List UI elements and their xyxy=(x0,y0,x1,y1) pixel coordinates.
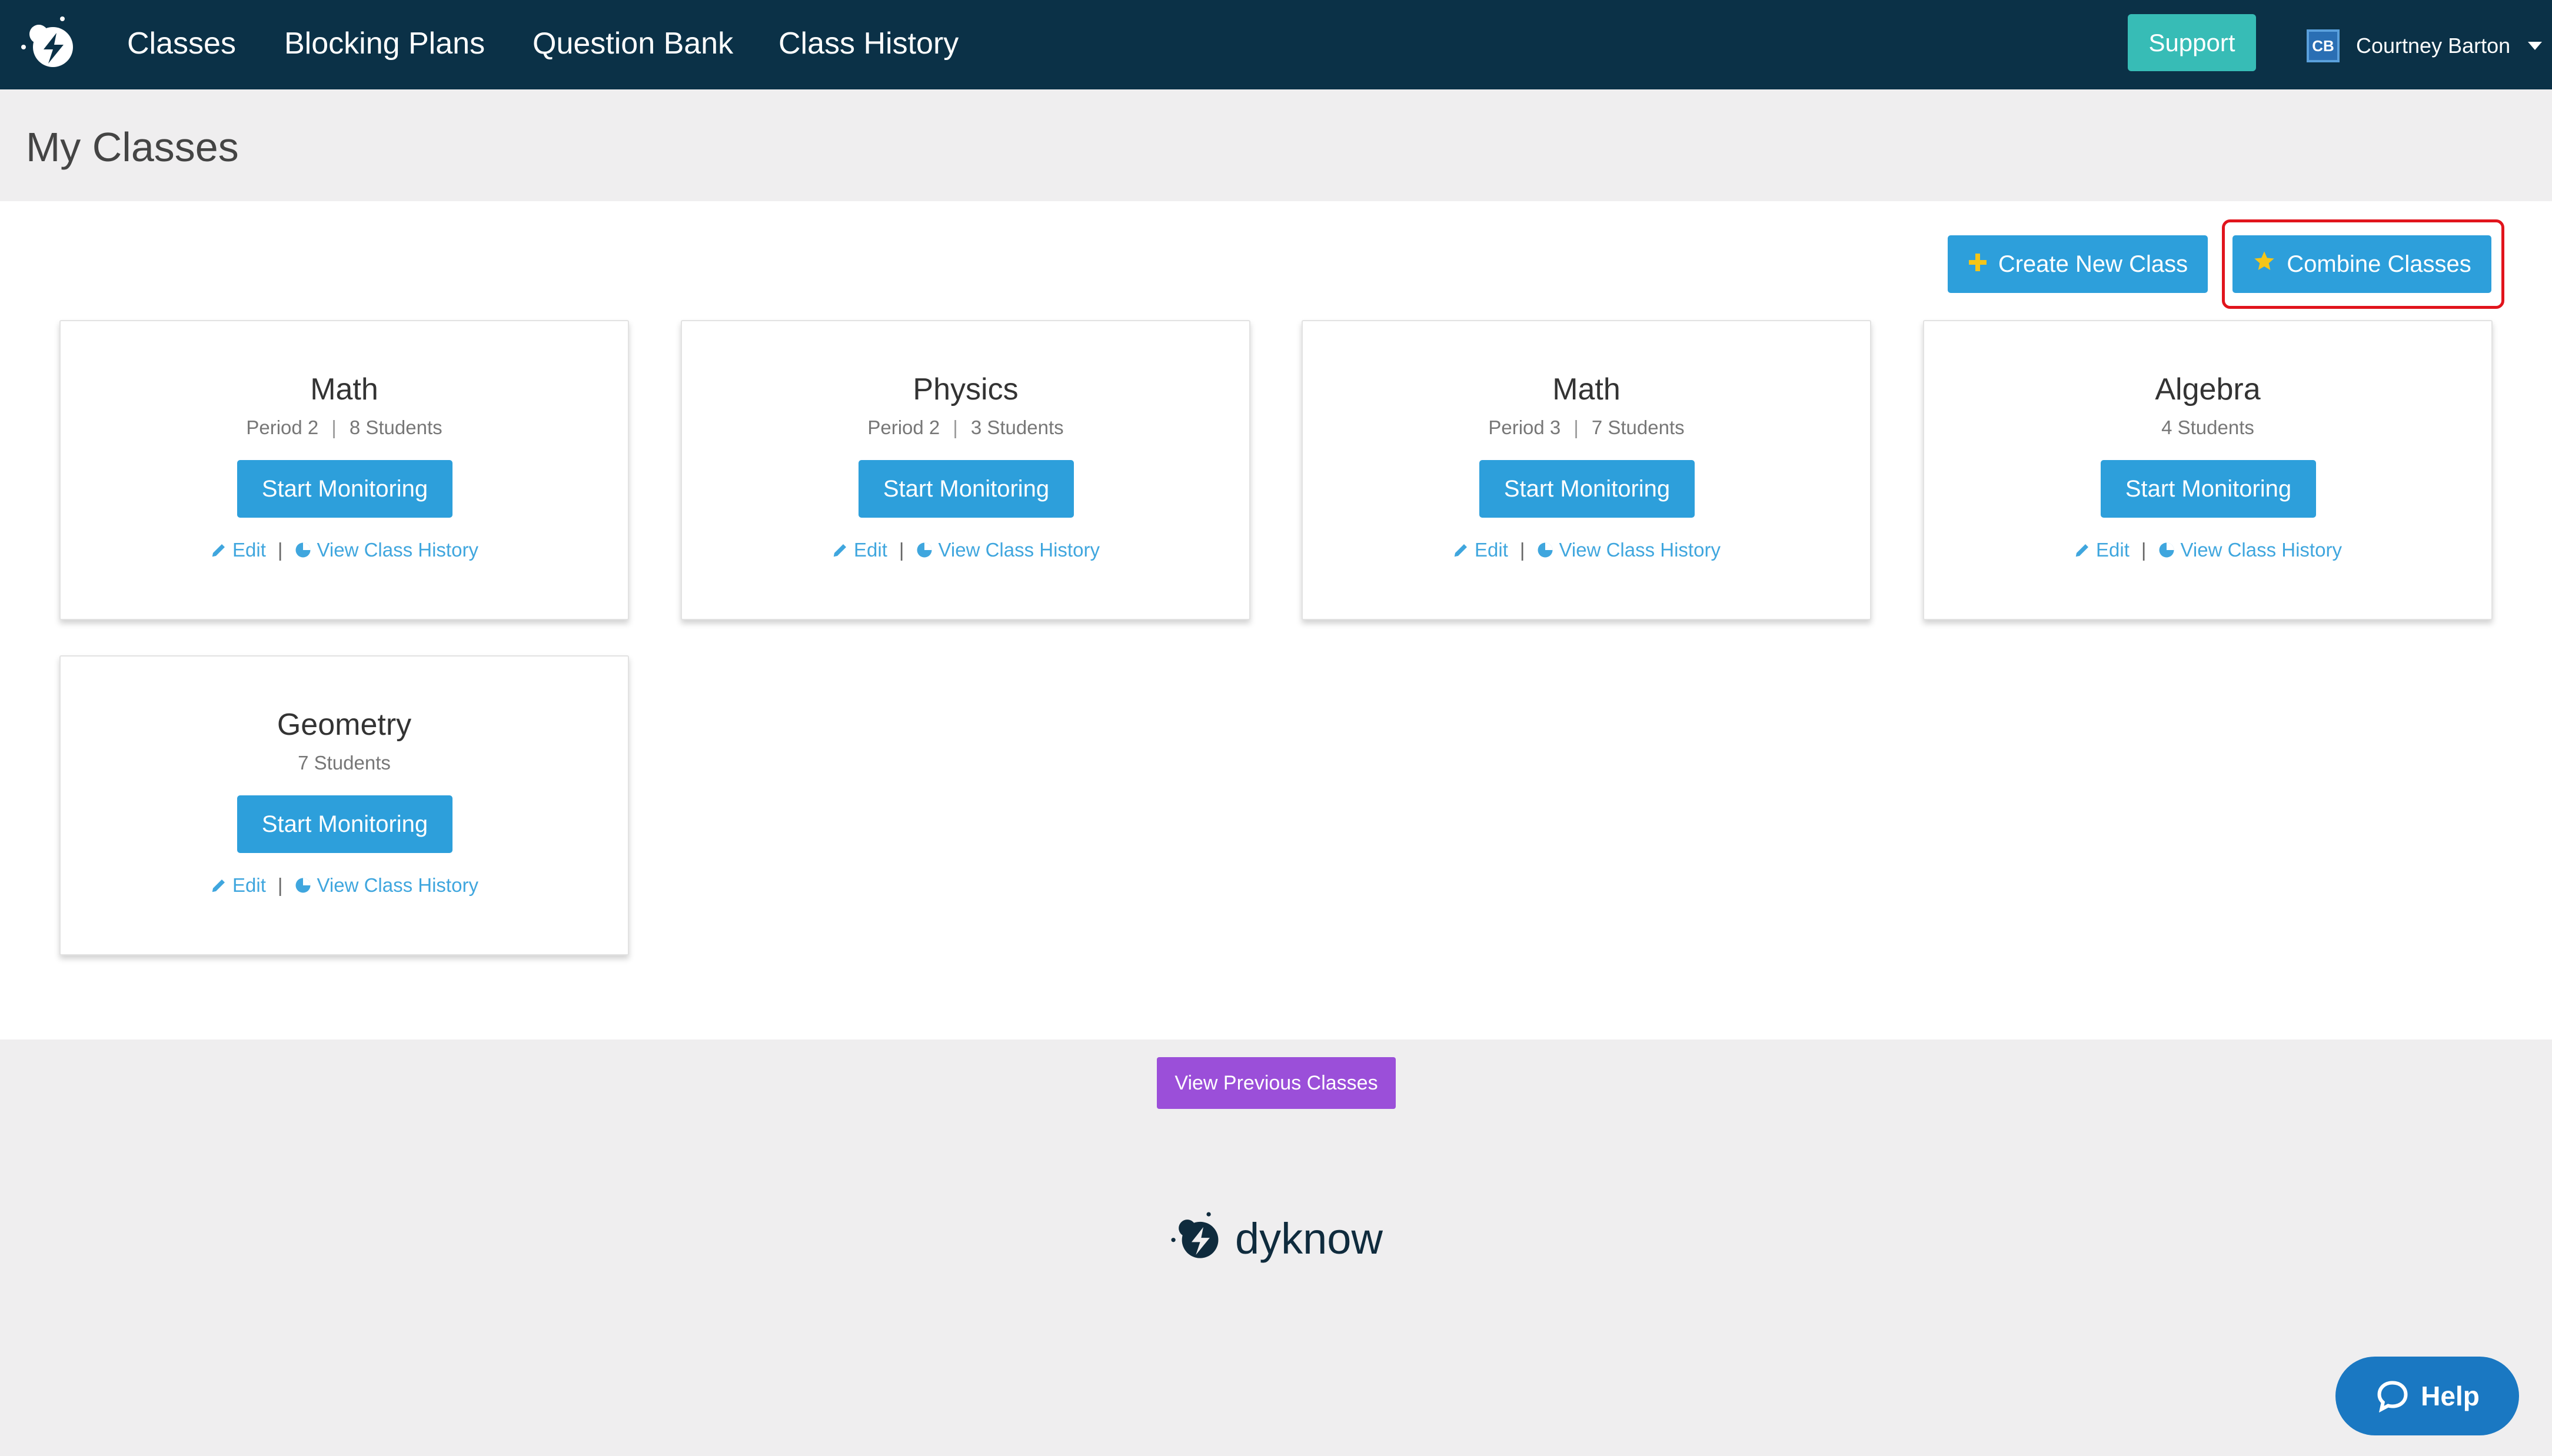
brand-name: dyknow xyxy=(1235,1214,1383,1263)
pie-chart-icon xyxy=(2159,542,2174,558)
class-meta: Period 3 | 7 Students xyxy=(1303,417,1870,439)
pie-chart-icon xyxy=(917,542,932,558)
class-card: Algebra 4 Students Start Monitoring Edit… xyxy=(1923,320,2493,620)
nav-classes[interactable]: Classes xyxy=(127,26,236,61)
view-class-history-label: View Class History xyxy=(317,539,478,561)
class-name: Geometry xyxy=(277,708,412,742)
link-divider: | xyxy=(277,874,283,896)
pencil-icon xyxy=(212,879,225,892)
view-class-history-link[interactable]: View Class History xyxy=(2158,539,2342,561)
star-icon xyxy=(2252,249,2276,279)
link-divider: | xyxy=(899,539,904,561)
dyknow-logo-icon xyxy=(1171,1212,1219,1258)
card-links: Edit | View Class History xyxy=(682,539,1249,561)
class-meta: Period 2 | 8 Students xyxy=(61,417,628,439)
link-divider: | xyxy=(2141,539,2147,561)
class-card: Physics Period 2 | 3 Students Start Monito… xyxy=(681,320,1250,620)
top-nav: Classes Blocking Plans Question Bank Cla… xyxy=(0,0,2552,89)
view-class-history-link[interactable]: View Class History xyxy=(294,874,478,896)
create-new-class-button[interactable]: Create New Class xyxy=(1948,235,2208,293)
class-students: 4 Students xyxy=(2161,417,2254,438)
class-period: Period 3 xyxy=(1488,417,1561,438)
class-name: Math xyxy=(1552,372,1621,407)
view-class-history-label: View Class History xyxy=(317,874,478,896)
pencil-icon xyxy=(1454,544,1468,557)
card-links: Edit | View Class History xyxy=(1924,539,2491,561)
chevron-down-icon xyxy=(2528,42,2543,50)
user-menu[interactable]: CB Courtney Barton xyxy=(2307,28,2543,64)
meta-divider: | xyxy=(1573,417,1579,438)
class-name: Math xyxy=(310,372,378,407)
class-card: Geometry 7 Students Start Monitoring Edi… xyxy=(59,655,629,955)
avatar: CB xyxy=(2307,29,2340,62)
class-name: Algebra xyxy=(2155,372,2261,407)
edit-link[interactable]: Edit xyxy=(210,539,266,561)
create-new-class-label: Create New Class xyxy=(1998,251,2188,277)
edit-label: Edit xyxy=(2096,539,2130,561)
class-name: Physics xyxy=(913,372,1019,407)
edit-label: Edit xyxy=(854,539,887,561)
view-class-history-label: View Class History xyxy=(938,539,1100,561)
start-monitoring-button[interactable]: Start Monitoring xyxy=(1479,460,1695,518)
class-card: Math Period 3 | 7 Students Start Monitorin… xyxy=(1302,320,1871,620)
class-meta: 4 Students xyxy=(1924,417,2491,439)
class-period: Period 2 xyxy=(867,417,940,438)
meta-divider: | xyxy=(331,417,337,438)
start-monitoring-button[interactable]: Start Monitoring xyxy=(237,795,452,853)
pie-chart-icon xyxy=(295,878,311,893)
card-links: Edit | View Class History xyxy=(61,874,628,897)
pie-chart-icon xyxy=(1538,542,1553,558)
view-class-history-link[interactable]: View Class History xyxy=(916,539,1100,561)
nav-class-history[interactable]: Class History xyxy=(778,26,959,61)
combine-classes-label: Combine Classes xyxy=(2287,251,2471,277)
link-divider: | xyxy=(277,539,283,561)
support-button[interactable]: Support xyxy=(2128,14,2256,71)
help-button[interactable]: Help xyxy=(2335,1357,2519,1435)
user-name: Courtney Barton xyxy=(2356,34,2511,58)
start-monitoring-button[interactable]: Start Monitoring xyxy=(237,460,452,518)
footer-logo: dyknow xyxy=(1168,1209,1383,1268)
edit-link[interactable]: Edit xyxy=(831,539,887,561)
class-students: 7 Students xyxy=(298,752,391,774)
edit-link[interactable]: Edit xyxy=(2074,539,2130,561)
class-students: 7 Students xyxy=(1591,417,1685,438)
nav-question-bank[interactable]: Question Bank xyxy=(533,26,733,61)
class-students: 3 Students xyxy=(970,417,1064,438)
pie-chart-icon xyxy=(295,542,311,558)
view-previous-classes-button[interactable]: View Previous Classes xyxy=(1157,1057,1396,1109)
edit-label: Edit xyxy=(232,539,266,561)
edit-link[interactable]: Edit xyxy=(210,874,266,896)
class-period: Period 2 xyxy=(246,417,319,438)
dyknow-logo-icon[interactable] xyxy=(18,13,82,78)
pencil-icon xyxy=(2075,544,2089,557)
card-links: Edit | View Class History xyxy=(61,539,628,561)
start-monitoring-button[interactable]: Start Monitoring xyxy=(2101,460,2316,518)
pencil-icon xyxy=(212,544,225,557)
edit-label: Edit xyxy=(1475,539,1508,561)
edit-label: Edit xyxy=(232,874,266,896)
class-meta: 7 Students xyxy=(61,752,628,774)
view-class-history-link[interactable]: View Class History xyxy=(294,539,478,561)
meta-divider: | xyxy=(953,417,958,438)
view-class-history-label: View Class History xyxy=(2180,539,2342,561)
title-band: My Classes xyxy=(0,89,2552,201)
pencil-icon xyxy=(833,544,847,557)
page-title: My Classes xyxy=(26,124,239,170)
link-divider: | xyxy=(1519,539,1525,561)
class-meta: Period 2 | 3 Students xyxy=(682,417,1249,439)
start-monitoring-button[interactable]: Start Monitoring xyxy=(859,460,1074,518)
class-card: Math Period 2 | 8 Students Start Monitorin… xyxy=(59,320,629,620)
view-class-history-label: View Class History xyxy=(1559,539,1721,561)
plus-icon xyxy=(1968,250,1988,278)
nav-blocking-plans[interactable]: Blocking Plans xyxy=(284,26,485,61)
classes-panel: Create New Class Combine Classes Math Pe… xyxy=(0,201,2552,1039)
card-links: Edit | View Class History xyxy=(1303,539,1870,561)
edit-link[interactable]: Edit xyxy=(1452,539,1508,561)
view-class-history-link[interactable]: View Class History xyxy=(1536,539,1721,561)
class-students: 8 Students xyxy=(349,417,442,438)
help-label: Help xyxy=(2421,1381,2480,1411)
chat-bubble-icon xyxy=(2377,1381,2408,1413)
combine-classes-button[interactable]: Combine Classes xyxy=(2232,235,2491,293)
